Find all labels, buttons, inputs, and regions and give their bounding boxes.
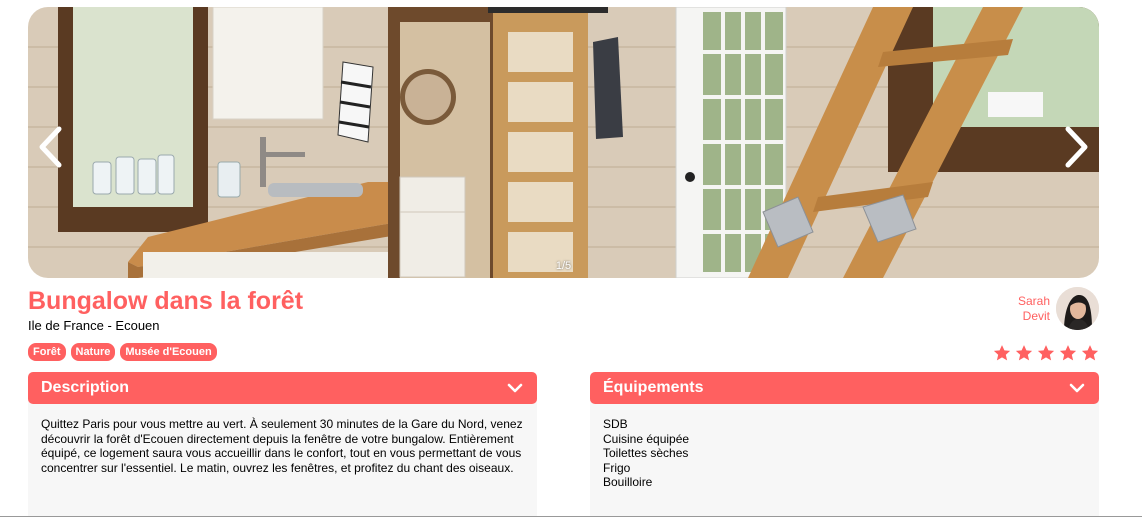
equipment-item: SDB (603, 417, 628, 431)
listing-location: Ile de France - Ecouen (28, 318, 160, 333)
star-icon (1081, 345, 1099, 361)
description-title: Description (41, 379, 130, 396)
equipment-item: Bouilloire (603, 475, 653, 490)
description-text: Quittez Paris pour vous mettre au vert. … (41, 417, 523, 475)
equipments-title: Équipements (603, 379, 704, 396)
equipment-item: Cuisine équipée (603, 431, 690, 446)
image-counter: 1/5 (555, 260, 572, 272)
host-avatar (1056, 287, 1099, 330)
host-last-name: Devit (1022, 308, 1050, 323)
chevron-down-icon (1069, 383, 1085, 393)
host-first-name: Sarah (1017, 293, 1050, 308)
equipments-collapse: Équipements SDB Cuisine équipée Toilette… (590, 372, 1099, 517)
equipments-toggle[interactable]: Équipements (590, 372, 1099, 404)
host-info: Sarah Devit (1018, 287, 1099, 330)
tag: Musée d'Ecouen (120, 343, 217, 361)
star-icon (1037, 345, 1055, 361)
chevron-right-icon (1065, 126, 1088, 168)
equipments-list: SDB Cuisine équipée Toilettes sèches Fri… (590, 400, 1099, 517)
listing-photo (28, 7, 1099, 278)
chevron-left-icon (39, 126, 62, 168)
description-toggle[interactable]: Description (28, 372, 537, 404)
star-icon (1059, 345, 1077, 361)
star-icon (993, 345, 1011, 361)
star-icon (1015, 345, 1033, 361)
equipment-item: Toilettes sèches (603, 446, 689, 461)
listing-title: Bungalow dans la forêt (28, 287, 304, 315)
tag: Nature (70, 343, 116, 361)
host-name: Sarah Devit (1018, 294, 1050, 324)
tag-list: Forêt Nature Musée d'Ecouen (28, 343, 217, 361)
tag: Forêt (28, 343, 66, 361)
image-carousel: 1/5 (28, 7, 1099, 278)
next-image-button[interactable] (1057, 117, 1097, 177)
description-body: Quittez Paris pour vous mettre au vert. … (28, 400, 537, 517)
chevron-down-icon (507, 383, 523, 393)
rating (993, 344, 1099, 362)
equipment-item: Frigo (603, 460, 631, 475)
previous-image-button[interactable] (30, 117, 70, 177)
avatar-portrait (1056, 287, 1099, 330)
description-collapse: Description Quittez Paris pour vous mett… (28, 372, 537, 517)
